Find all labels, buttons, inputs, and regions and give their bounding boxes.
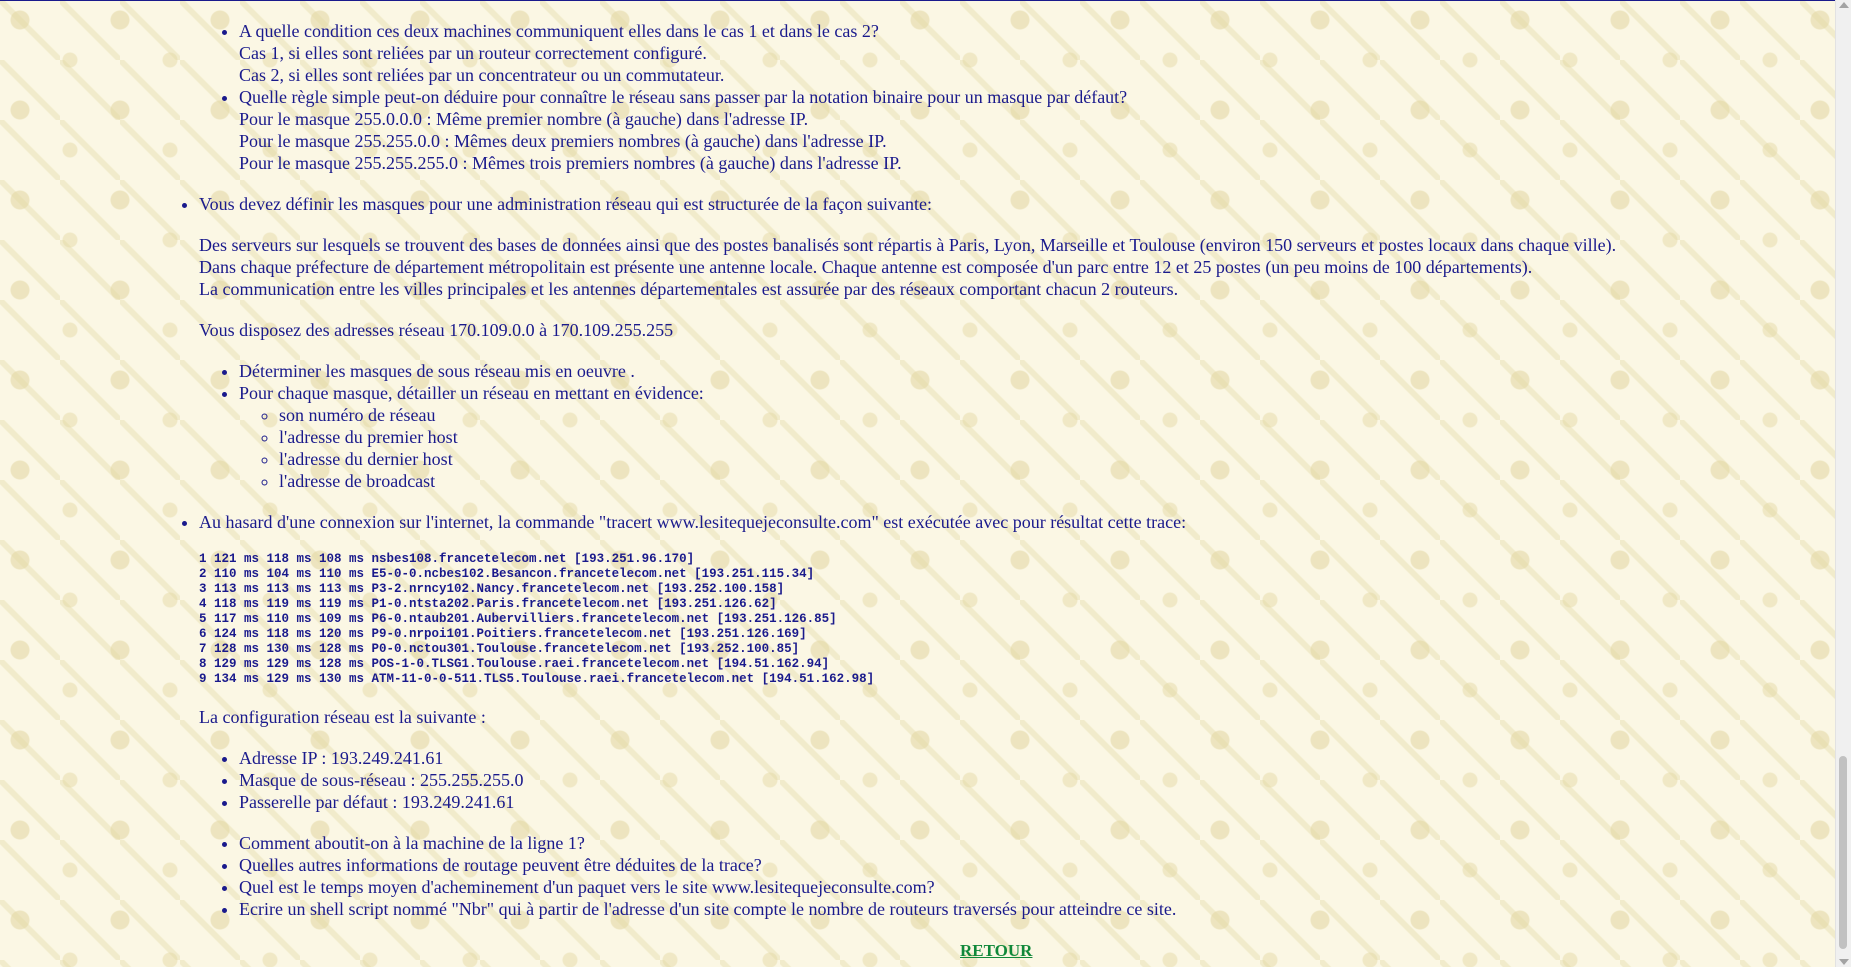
trace-line: 2 110 ms 104 ms 110 ms E5-0-0.ncbes102.B… xyxy=(199,567,815,581)
exercise-list: A quelle condition ces deux machines com… xyxy=(0,20,1830,920)
scroll-down-arrow-icon[interactable] xyxy=(1839,959,1849,965)
question-item: Ecrire un shell script nommé "Nbr" qui à… xyxy=(239,898,1830,920)
exercise-intro: Au hasard d'une connexion sur l'internet… xyxy=(199,512,1187,532)
detail-item: son numéro de réseau xyxy=(279,404,1830,426)
top-border xyxy=(0,0,1836,1)
question-item: Déterminer les masques de sous réseau mi… xyxy=(239,360,1830,382)
continued-questions: A quelle condition ces deux machines com… xyxy=(199,20,1830,174)
config-item: Masque de sous-réseau : 255.255.255.0 xyxy=(239,769,1830,791)
detail-item: l'adresse de broadcast xyxy=(279,470,1830,492)
vertical-scrollbar[interactable] xyxy=(1835,0,1851,967)
trace-line: 9 134 ms 129 ms 130 ms ATM-11-0-0-511.TL… xyxy=(199,672,875,686)
detail-list: son numéro de réseau l'adresse du premie… xyxy=(239,404,1830,492)
tracert-questions: Comment aboutit-on à la machine de la li… xyxy=(199,832,1830,920)
scroll-up-arrow-icon[interactable] xyxy=(1839,2,1849,8)
config-intro: La configuration réseau est la suivante … xyxy=(199,707,486,727)
paragraph: Dans chaque préfecture de département mé… xyxy=(199,257,1533,277)
question-item: Pour chaque masque, détailler un réseau … xyxy=(239,382,1830,492)
question-item: Quelles autres informations de routage p… xyxy=(239,854,1830,876)
trace-line: 8 129 ms 129 ms 128 ms POS-1-0.TLSG1.Tou… xyxy=(199,657,830,671)
exercise-intro: Vous devez définir les masques pour une … xyxy=(199,194,932,214)
detail-item: l'adresse du dernier host xyxy=(279,448,1830,470)
answer-line: Cas 2, si elles sont reliées par un conc… xyxy=(239,65,725,85)
answer-line: Pour le masque 255.0.0.0 : Même premier … xyxy=(239,109,809,129)
trace-line: 1 121 ms 118 ms 108 ms nsbes108.francete… xyxy=(199,552,695,566)
answer-line: Cas 1, si elles sont reliées par un rout… xyxy=(239,43,707,63)
continued-exercise: A quelle condition ces deux machines com… xyxy=(199,20,1830,174)
masks-exercise: Vous devez définir les masques pour une … xyxy=(199,193,1830,492)
tracert-exercise: Au hasard d'une connexion sur l'internet… xyxy=(199,511,1830,920)
question-item: Quel est le temps moyen d'acheminement d… xyxy=(239,876,1830,898)
question-item: A quelle condition ces deux machines com… xyxy=(239,20,1830,86)
exercise-content: A quelle condition ces deux machines com… xyxy=(0,20,1830,939)
config-list: Adresse IP : 193.249.241.61 Masque de so… xyxy=(199,747,1830,813)
question-item: Comment aboutit-on à la machine de la li… xyxy=(239,832,1830,854)
question-text: Pour chaque masque, détailler un réseau … xyxy=(239,383,704,403)
address-range: Vous disposez des adresses réseau 170.10… xyxy=(199,320,674,340)
config-item: Adresse IP : 193.249.241.61 xyxy=(239,747,1830,769)
paragraph: La communication entre les villes princi… xyxy=(199,279,1179,299)
detail-item: l'adresse du premier host xyxy=(279,426,1830,448)
trace-line: 4 118 ms 119 ms 119 ms P1-0.ntsta202.Par… xyxy=(199,597,777,611)
scroll-thumb[interactable] xyxy=(1839,756,1847,949)
trace-line: 6 124 ms 118 ms 120 ms P9-0.nrpoi101.Poi… xyxy=(199,627,807,641)
question-text: A quelle condition ces deux machines com… xyxy=(239,21,879,41)
trace-line: 3 113 ms 113 ms 113 ms P3-2.nrncy102.Nan… xyxy=(199,582,785,596)
answer-line: Pour le masque 255.255.0.0 : Mêmes deux … xyxy=(239,131,887,151)
retour-link[interactable]: RETOUR xyxy=(960,940,1032,962)
question-item: Quelle règle simple peut-on déduire pour… xyxy=(239,86,1830,174)
trace-line: 7 128 ms 130 ms 128 ms P0-0.nctou301.Tou… xyxy=(199,642,800,656)
trace-line: 5 117 ms 110 ms 109 ms P6-0.ntaub201.Aub… xyxy=(199,612,837,626)
masks-questions: Déterminer les masques de sous réseau mi… xyxy=(199,360,1830,492)
paragraph: Des serveurs sur lesquels se trouvent de… xyxy=(199,235,1617,255)
question-text: Quelle règle simple peut-on déduire pour… xyxy=(239,87,1128,107)
answer-line: Pour le masque 255.255.255.0 : Mêmes tro… xyxy=(239,153,902,173)
trace-output: 1 121 ms 118 ms 108 ms nsbes108.francete… xyxy=(199,552,1830,687)
config-item: Passerelle par défaut : 193.249.241.61 xyxy=(239,791,1830,813)
